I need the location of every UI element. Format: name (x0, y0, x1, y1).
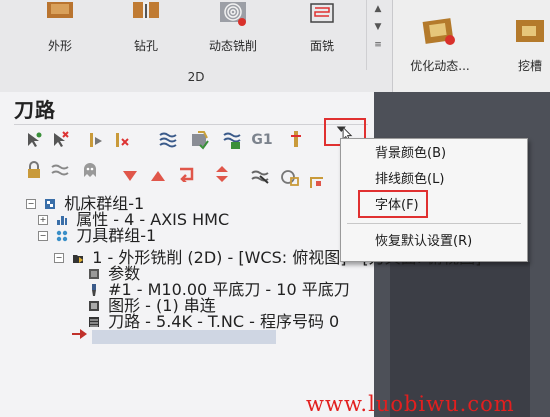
optirough-label: 优化动态... (410, 59, 470, 73)
parameters-icon (89, 268, 99, 279)
tree-label: 机床群组-1 (64, 193, 145, 213)
menu-separator (347, 223, 521, 224)
menu-item-label: 背景颜色(B) (375, 146, 447, 161)
tree-label: 刀具群组-1 (76, 225, 157, 245)
insert-position-row[interactable] (92, 330, 276, 344)
menu-item-label: 恢复默认设置(R) (375, 234, 473, 249)
toolpath-icon (89, 316, 99, 327)
select-all-icon[interactable] (24, 130, 44, 150)
menu-item-restore-defaults[interactable]: 恢复默认设置(R) (341, 229, 527, 255)
toolpath-group-icon (56, 230, 68, 241)
tool-icon (92, 283, 96, 296)
toolpath-tree[interactable]: − 机床群组-1 + 属性 - 4 - AXIS HMC − 刀具群组-1 − … (26, 193, 481, 356)
ghost-icon[interactable] (80, 160, 100, 180)
ribbon-gallery-scroller[interactable]: ▲ ▼ ≡ (366, 0, 389, 70)
tree-label: #1 - M10.00 平底刀 - 10 平底刀 (108, 279, 350, 299)
tree-node-machine-group[interactable]: − 机床群组-1 (26, 193, 145, 213)
post-g1-button[interactable]: G1 (251, 130, 272, 150)
expand-toggle-icon[interactable]: + (38, 214, 48, 225)
insert-marker-icon (72, 328, 88, 342)
regenerate-selected-icon[interactable] (86, 130, 106, 150)
tree-label: 参数 (108, 263, 141, 283)
insert-arrow-icon[interactable] (178, 164, 198, 184)
contour-label: 外形 (47, 39, 72, 53)
pocket-button[interactable]: 挖槽 (500, 14, 550, 74)
move-down-icon[interactable] (120, 166, 140, 186)
face-mill-button[interactable]: 面铣 (292, 2, 352, 54)
dynamic-mill-label: 动态铣削 (208, 39, 257, 53)
tree-node-toolpath-group[interactable]: − 刀具群组-1 (38, 225, 157, 245)
tree-node-geometry[interactable]: 图形 - (1) 串连 (88, 295, 216, 315)
face-mill-label: 面铣 (309, 39, 334, 53)
deselect-icon[interactable] (50, 130, 70, 150)
dynamic-mill-icon (220, 2, 246, 26)
expand-gallery-icon[interactable]: ≡ (367, 36, 389, 54)
drill-label: 钻孔 (133, 39, 158, 53)
chevron-up-icon[interactable]: ▲ (367, 0, 389, 18)
pocket-icon (516, 20, 544, 42)
lock-icon[interactable] (24, 160, 44, 180)
tree-node-tool[interactable]: #1 - M10.00 平底刀 - 10 平底刀 (88, 279, 350, 299)
optirough-button[interactable]: 优化动态... (404, 14, 476, 74)
watermark-text: www.luobiwu.com (306, 392, 515, 416)
collapse-toggle-icon[interactable]: − (38, 230, 48, 241)
collapse-toggle-icon[interactable]: − (54, 252, 64, 263)
verify-icon[interactable] (190, 130, 210, 150)
contour-icon (47, 2, 73, 18)
drill-icon (133, 2, 159, 20)
collapse-toggle-icon[interactable]: − (26, 198, 36, 209)
ribbon-group-2d-label: 2D (187, 70, 205, 84)
menu-item-background-color[interactable]: 背景颜色(B) (341, 141, 527, 167)
tree-node-toolpath[interactable]: 刀路 - 5.4K - T.NC - 程序号码 0 (88, 311, 340, 331)
tree-label: 刀路 - 5.4K - T.NC - 程序号码 0 (108, 311, 340, 331)
operation-folder-icon (73, 254, 84, 263)
properties-icon (57, 215, 68, 225)
pocket-label: 挖槽 (517, 59, 542, 73)
machine-group-icon (45, 198, 56, 209)
show-all-icon[interactable] (280, 168, 300, 188)
chevron-down-icon[interactable]: ▼ (367, 18, 389, 36)
tree-label: 属性 - 4 - AXIS HMC (76, 209, 230, 229)
geometry-icon (89, 300, 99, 311)
face-mill-icon (310, 3, 334, 23)
drill-button[interactable]: 钻孔 (116, 2, 176, 54)
backplot-icon[interactable] (158, 130, 178, 150)
tree-label: 图形 - (1) 串连 (108, 295, 216, 315)
wcs-icon[interactable] (308, 172, 328, 192)
optirough-icon (422, 18, 455, 45)
panel-divider (14, 124, 368, 125)
scroll-to-insert-icon[interactable] (212, 164, 232, 184)
dynamic-mill-button[interactable]: 动态铣削 (198, 2, 268, 54)
high-feed-icon[interactable] (286, 130, 306, 150)
regenerate-dirty-icon[interactable] (112, 130, 132, 150)
toggle-display-icon[interactable] (50, 160, 70, 180)
tree-node-parameters[interactable]: 参数 (88, 263, 141, 283)
simulate-icon[interactable] (222, 130, 242, 150)
tree-node-properties[interactable]: + 属性 - 4 - AXIS HMC (38, 209, 230, 229)
font-item-highlight (358, 190, 428, 218)
show-selected-icon[interactable] (250, 166, 270, 186)
panel-title: 刀路 (14, 98, 56, 122)
contour-button[interactable]: 外形 (30, 2, 90, 54)
move-up-icon[interactable] (148, 166, 168, 186)
